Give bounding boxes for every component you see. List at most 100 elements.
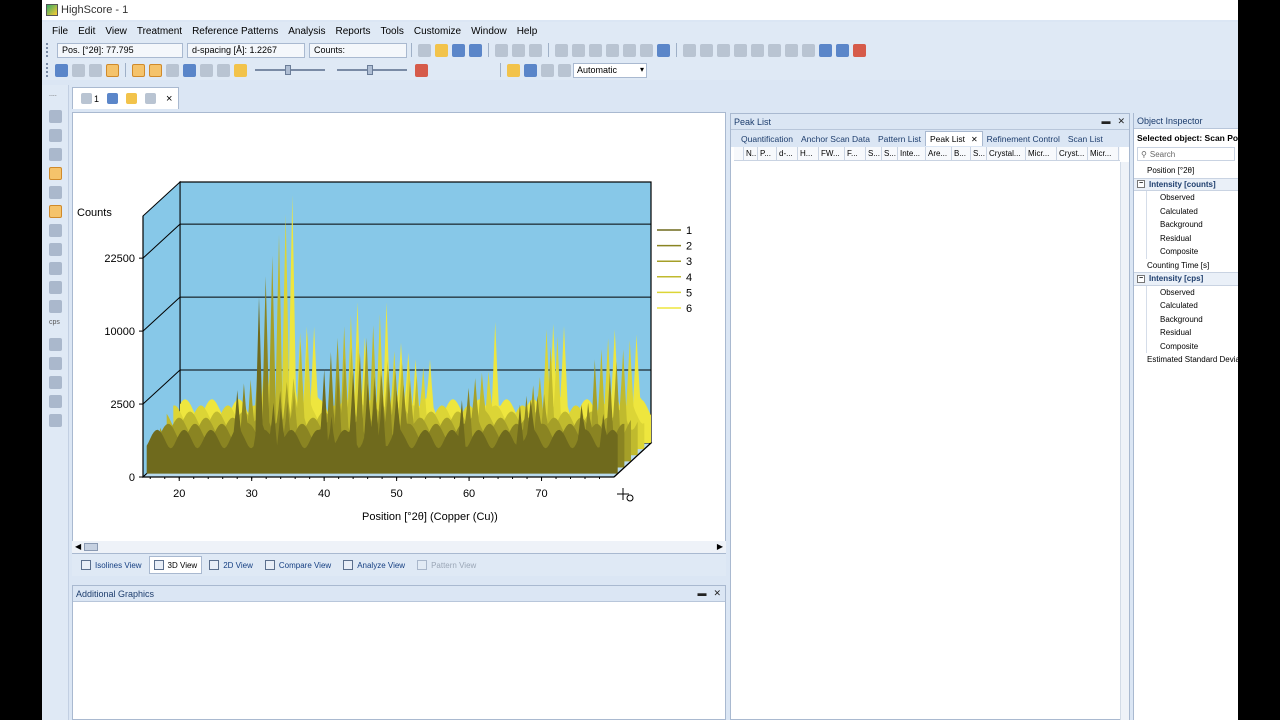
page-icon[interactable] xyxy=(145,93,157,104)
column-header[interactable]: Inte... xyxy=(898,147,926,160)
slider-knob[interactable] xyxy=(367,65,373,75)
menu-reports[interactable]: Reports xyxy=(335,26,370,37)
color-icon[interactable] xyxy=(234,63,247,77)
grip-icon[interactable]: .... xyxy=(49,91,62,104)
close-icon[interactable]: ✕ xyxy=(713,588,721,598)
stop-icon[interactable] xyxy=(558,63,571,77)
scroll-thumb[interactable] xyxy=(84,543,98,551)
save-as-icon[interactable] xyxy=(469,43,482,57)
column-header[interactable]: d-... xyxy=(777,147,798,160)
mode-select[interactable]: Automatic xyxy=(573,62,647,78)
column-header[interactable]: S... xyxy=(882,147,898,160)
menu-help[interactable]: Help xyxy=(517,26,538,37)
report-icon[interactable] xyxy=(529,43,542,57)
rietveld-icon[interactable] xyxy=(768,43,781,57)
close-icon[interactable]: ✕ xyxy=(1117,116,1125,126)
property-observed[interactable]: Observed xyxy=(1146,191,1238,205)
vertical-scrollbar[interactable] xyxy=(1120,162,1129,720)
undo-icon[interactable] xyxy=(623,43,636,57)
close-icon[interactable]: × xyxy=(166,93,172,105)
x-axis-icon[interactable] xyxy=(49,357,62,370)
column-header[interactable]: N... xyxy=(744,147,758,160)
step-icon[interactable] xyxy=(524,63,537,77)
pan-icon[interactable] xyxy=(49,148,62,161)
fit-profile-icon[interactable] xyxy=(700,43,713,57)
print-preview-icon[interactable] xyxy=(512,43,525,57)
column-header[interactable]: Are... xyxy=(926,147,952,160)
checklist-icon[interactable] xyxy=(836,43,849,57)
property-esd[interactable]: Estimated Standard Devia xyxy=(1134,353,1238,367)
tab-isolines-view[interactable]: Isolines View xyxy=(76,556,147,574)
menu-window[interactable]: Window xyxy=(471,26,507,37)
menu-analysis[interactable]: Analysis xyxy=(288,26,325,37)
tab-compare-view[interactable]: Compare View xyxy=(260,556,336,574)
delete-icon[interactable] xyxy=(606,43,619,57)
pencil-icon[interactable] xyxy=(49,243,62,256)
measure-icon[interactable] xyxy=(49,167,62,180)
tab-2d-view[interactable]: 2D View xyxy=(204,556,258,574)
column-header[interactable]: H... xyxy=(798,147,819,160)
column-header[interactable]: F... xyxy=(845,147,866,160)
menu-reference-patterns[interactable]: Reference Patterns xyxy=(192,26,278,37)
scroll-left-arrow-icon[interactable]: ◀ xyxy=(75,542,81,551)
bar-chart-icon[interactable] xyxy=(853,43,866,57)
column-header[interactable]: Micr... xyxy=(1088,147,1119,160)
line-plot-icon[interactable] xyxy=(72,63,85,77)
tab-peak-list[interactable]: Peak List ✕ xyxy=(924,131,983,146)
menu-file[interactable]: File xyxy=(52,26,68,37)
search-input[interactable]: ⚲ Search xyxy=(1137,147,1235,161)
property-counting-time[interactable]: Counting Time [s] xyxy=(1134,259,1238,273)
peak-markers-icon[interactable] xyxy=(200,63,213,77)
close-icon[interactable]: ✕ xyxy=(971,135,978,144)
paste-icon[interactable] xyxy=(589,43,602,57)
column-header[interactable]: FW... xyxy=(819,147,845,160)
property-calculated[interactable]: Calculated xyxy=(1146,299,1238,313)
zoom-icon[interactable] xyxy=(49,129,62,142)
open-folder-icon[interactable] xyxy=(435,43,448,57)
automation-icon[interactable] xyxy=(507,63,520,77)
peak-fill-icon[interactable] xyxy=(217,63,230,77)
toolbar-grip[interactable] xyxy=(46,63,49,77)
property-composite[interactable]: Composite xyxy=(1146,339,1238,353)
3d-chart[interactable]: Counts Position [°2θ] (Copper (Cu)) 2250… xyxy=(73,113,727,541)
cluster-icon[interactable] xyxy=(785,43,798,57)
cut-icon[interactable] xyxy=(555,43,568,57)
property-group-intensity-counts[interactable]: − Intensity [counts] xyxy=(1134,177,1238,191)
column-header[interactable]: B... xyxy=(952,147,971,160)
property-calculated[interactable]: Calculated xyxy=(1146,204,1238,218)
print-icon[interactable] xyxy=(495,43,508,57)
marker-icon[interactable] xyxy=(49,395,62,408)
zoom-slider-2[interactable] xyxy=(337,65,407,75)
sphere-icon[interactable] xyxy=(183,63,196,77)
background-icon[interactable] xyxy=(717,43,730,57)
property-residual[interactable]: Residual xyxy=(1146,326,1238,340)
menu-view[interactable]: View xyxy=(105,26,127,37)
tab-3d-view[interactable]: 3D View xyxy=(148,556,203,574)
column-header[interactable]: Cryst... xyxy=(1057,147,1088,160)
property-background[interactable]: Background xyxy=(1146,218,1238,232)
document-tab-1[interactable]: 1 × xyxy=(72,87,180,109)
peak-shape-icon[interactable] xyxy=(132,63,145,77)
peak-shape-alt-icon[interactable] xyxy=(149,63,162,77)
peak-label-icon[interactable] xyxy=(49,414,62,427)
copy-icon[interactable] xyxy=(572,43,585,57)
pattern-icon[interactable] xyxy=(802,43,815,57)
save-icon[interactable] xyxy=(452,43,465,57)
row-selector-header[interactable] xyxy=(734,147,744,160)
menu-tools[interactable]: Tools xyxy=(381,26,404,37)
refresh-icon[interactable] xyxy=(126,93,138,104)
database-icon[interactable] xyxy=(657,43,670,57)
tab-refinement-control[interactable]: Refinement Control xyxy=(983,131,1064,146)
tab-anchor-scan-data[interactable]: Anchor Scan Data xyxy=(797,131,874,146)
table-icon[interactable] xyxy=(819,43,832,57)
stick-plot-icon[interactable] xyxy=(89,63,102,77)
fit-window-icon[interactable] xyxy=(49,281,62,294)
maximize-icon[interactable]: ▬ xyxy=(697,588,706,598)
cps-icon[interactable]: cps xyxy=(49,319,62,332)
menu-edit[interactable]: Edit xyxy=(78,26,95,37)
collapse-icon[interactable]: − xyxy=(1137,180,1145,189)
new-document-icon[interactable] xyxy=(418,43,431,57)
property-observed[interactable]: Observed xyxy=(1146,285,1238,299)
y-axis-icon[interactable] xyxy=(49,338,62,351)
column-header[interactable]: P... xyxy=(758,147,777,160)
